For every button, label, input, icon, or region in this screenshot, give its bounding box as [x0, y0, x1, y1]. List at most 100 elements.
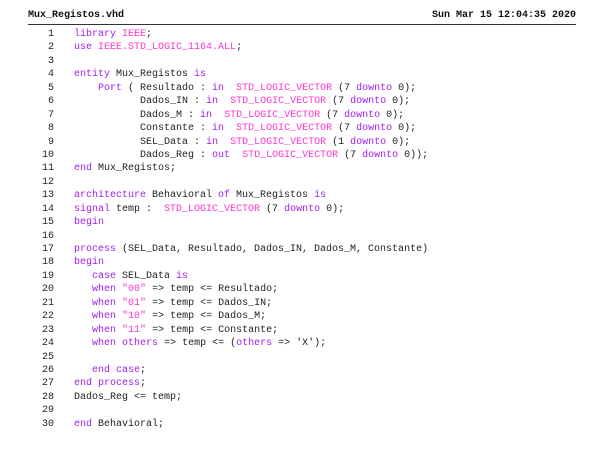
code-text: => temp <= ( — [158, 338, 237, 350]
code-keyword: others — [122, 338, 159, 350]
code-text-line: when "11" => temp <= Constante; — [74, 324, 278, 337]
code-text: Dados_M : — [74, 109, 201, 121]
code-line: 26 end case; — [28, 364, 576, 377]
code-text-line: case SEL_Data is — [74, 270, 188, 283]
code-text: => temp <= Resultado; — [146, 284, 279, 296]
code-text: (7 — [320, 109, 345, 121]
code-line: 24 when others => temp <= (others => 'X'… — [28, 337, 576, 350]
code-text-line: SEL_Data : in STD_LOGIC_VECTOR (1 downto… — [74, 136, 410, 149]
line-number: 1 — [47, 29, 54, 40]
line-number: 3 — [47, 55, 54, 67]
line-number: 19 — [41, 270, 54, 282]
code-text: SEL_Data — [116, 270, 177, 282]
line-number: 2 — [47, 42, 54, 54]
code-literal: IEEE — [122, 29, 147, 40]
code-text: ; — [146, 29, 153, 40]
code-text: 0); — [386, 136, 411, 148]
code-keyword: downto — [284, 203, 321, 215]
code-keyword: library — [74, 29, 117, 40]
code-keyword: signal — [74, 203, 111, 215]
code-keyword: is — [176, 270, 189, 282]
code-text-line: architecture Behavioral of Mux_Registos … — [74, 189, 326, 202]
code-text-line: end case; — [74, 364, 146, 377]
code-keyword: end — [74, 418, 93, 430]
code-literal: STD_LOGIC_VECTOR — [242, 149, 339, 161]
code-line: 23 when "11" => temp <= Constante; — [28, 324, 576, 337]
code-text-line: Dados_M : in STD_LOGIC_VECTOR (7 downto … — [74, 109, 404, 122]
code-text: Behavioral; — [92, 418, 165, 430]
code-text: => temp <= Dados_IN; — [146, 297, 273, 309]
file-name: Mux_Registos.vhd — [28, 10, 125, 21]
code-keyword: of — [218, 190, 231, 202]
code-keyword: when — [92, 297, 117, 309]
code-line: 30 end Behavioral; — [28, 418, 576, 431]
code-keyword: downto — [344, 109, 381, 121]
code-text: 0); — [320, 203, 345, 215]
code-line: 22 when "10" => temp <= Dados_M; — [28, 310, 576, 323]
line-number: 15 — [41, 217, 54, 229]
line-number: 13 — [41, 190, 54, 202]
line-number: 21 — [41, 297, 54, 309]
code-keyword: downto — [350, 136, 387, 148]
code-literal: "01" — [122, 297, 147, 309]
code-keyword: in — [206, 96, 219, 108]
code-line: 1 library IEEE; — [28, 28, 576, 41]
code-keyword: begin — [74, 257, 105, 269]
code-text: SEL_Data : — [74, 136, 207, 148]
code-line: 17 process (SEL_Data, Resultado, Dados_IN… — [28, 243, 576, 256]
code-keyword: entity — [74, 69, 111, 81]
code-line: 19 case SEL_Data is — [28, 270, 576, 283]
code-text: => 'X'); — [272, 338, 327, 350]
code-text: Mux_Registos — [110, 69, 195, 81]
code-text-line: entity Mux_Registos is — [74, 68, 206, 81]
code-text: ; — [140, 378, 147, 390]
code-line: 16 — [28, 230, 576, 243]
code-line: 11 end Mux_Registos; — [28, 162, 576, 175]
line-number: 30 — [41, 418, 54, 430]
code-text: Mux_Registos — [230, 190, 315, 202]
code-line: 27 end process; — [28, 377, 576, 390]
code-keyword: architecture — [74, 190, 147, 202]
line-number: 9 — [47, 136, 54, 148]
code-text: (7 — [332, 82, 357, 94]
code-text: 0); — [392, 123, 417, 135]
code-text: (7 — [260, 203, 285, 215]
code-text: ; — [140, 364, 147, 376]
code-line: 14 signal temp : STD_LOGIC_VECTOR (7 down… — [28, 203, 576, 216]
code-keyword: others — [236, 338, 273, 350]
line-number: 18 — [41, 257, 54, 269]
line-number: 11 — [41, 163, 54, 175]
code-text: => temp <= Constante; — [146, 324, 279, 336]
code-listing: 1 library IEEE; 2 use IEEE.STD_LOGIC_1164.A… — [28, 28, 576, 431]
line-number: 5 — [47, 82, 54, 94]
code-keyword: use — [74, 42, 93, 54]
code-text: Behavioral — [146, 190, 219, 202]
code-keyword: process — [74, 244, 117, 255]
code-keyword: downto — [350, 96, 387, 108]
code-keyword: out — [212, 149, 231, 161]
line-number: 7 — [47, 109, 54, 121]
code-text-line: when "01" => temp <= Dados_IN; — [74, 297, 272, 310]
code-text-line: end Behavioral; — [74, 418, 164, 431]
line-number: 14 — [41, 203, 54, 215]
code-text: Constante : — [74, 123, 213, 135]
code-text: temp : — [110, 203, 165, 215]
code-line: 5 Port ( Resultado : in STD_LOGIC_VECTOR… — [28, 82, 576, 95]
code-text: Dados_IN : — [74, 96, 207, 108]
code-text: ; — [236, 42, 243, 54]
code-text-line: Dados_IN : in STD_LOGIC_VECTOR (7 downto… — [74, 95, 410, 108]
code-literal: "11" — [122, 324, 147, 336]
code-text: (SEL_Data, Resultado, Dados_IN, Dados_M,… — [116, 244, 429, 255]
code-text: Dados_Reg <= temp; — [74, 391, 183, 403]
code-keyword: end process — [74, 378, 141, 390]
line-number: 16 — [41, 230, 54, 242]
code-keyword: downto — [356, 123, 393, 135]
code-keyword: end case — [92, 364, 141, 376]
